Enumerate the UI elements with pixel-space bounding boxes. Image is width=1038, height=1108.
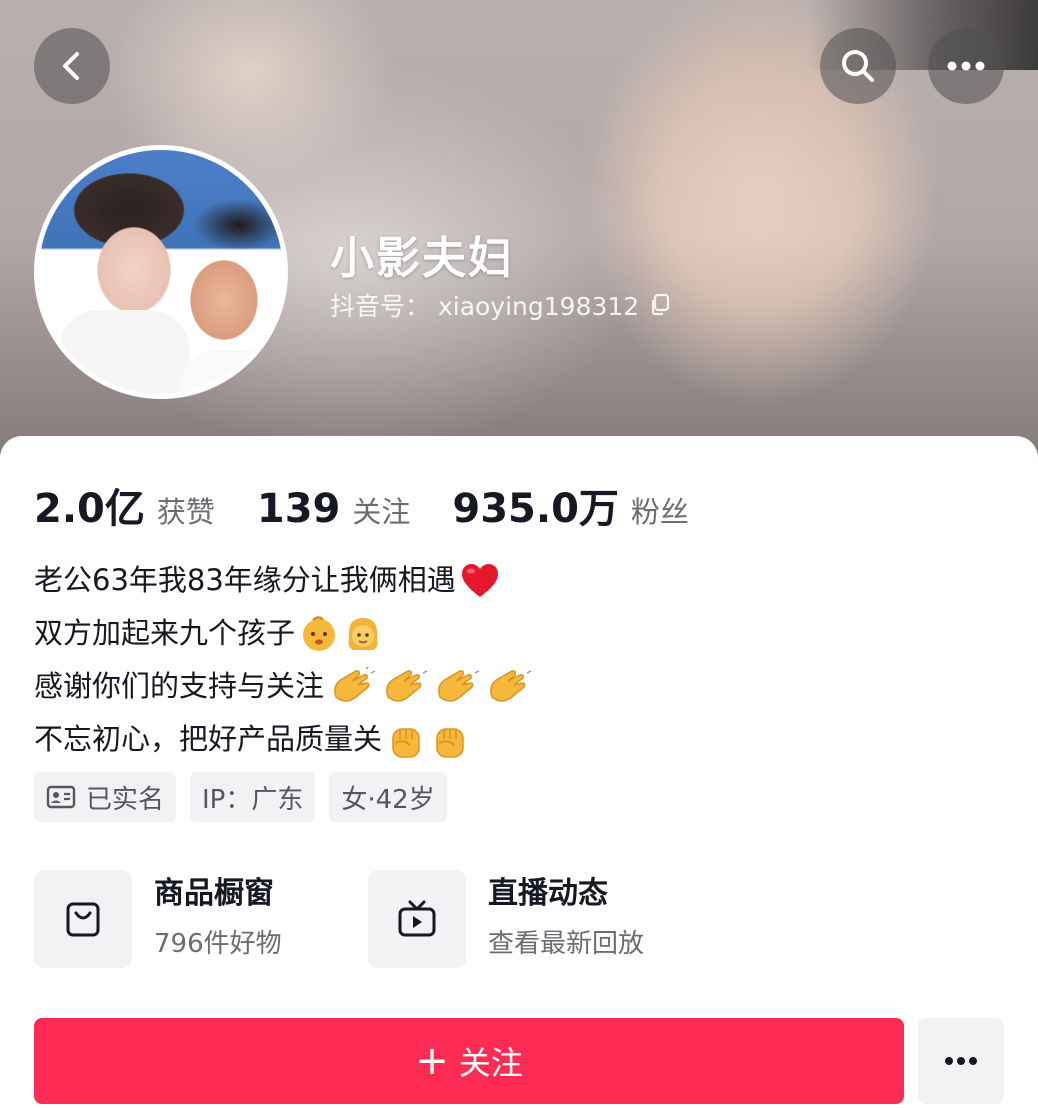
verified-tag[interactable]: 已实名	[34, 772, 177, 822]
profile-nickname: 小影夫妇	[330, 233, 514, 284]
stats-row: 2.0亿 获赞 139 关注 935.0万 粉丝	[34, 476, 731, 534]
bio-line-2: 双方加起来九个孩子	[34, 616, 296, 650]
douyin-id-text: 抖音号： xiaoying198312	[330, 292, 640, 321]
bio-line: 老公63年我83年缘分让我俩相遇	[34, 554, 532, 607]
follow-button-label: 关注	[458, 1044, 523, 1082]
bio-line-4: 不忘初心，把好产品质量关	[34, 722, 383, 756]
search-icon	[842, 50, 874, 82]
stat-following-value: 139	[256, 486, 341, 532]
bio-line: 感谢你们的支持与关注	[34, 660, 532, 713]
ip-tag-label: IP：广东	[202, 784, 304, 815]
stat-followers[interactable]: 935.0万 粉丝	[452, 476, 689, 534]
red-heart-emoji-icon	[460, 562, 500, 600]
more-dots-icon	[945, 1057, 977, 1065]
plus-icon: +	[415, 1038, 449, 1084]
stat-likes-value: 2.0亿	[34, 486, 145, 532]
live-updates-entry[interactable]: 直播动态 查看最新回放	[368, 870, 644, 968]
stat-following[interactable]: 139 关注	[257, 486, 411, 532]
id-card-icon	[46, 785, 76, 809]
stat-followers-label: 粉丝	[630, 495, 689, 529]
stat-likes[interactable]: 2.0亿 获赞	[34, 476, 215, 534]
clapping-hands-emoji-icon	[484, 667, 532, 707]
clapping-hands-emoji-icon	[432, 667, 480, 707]
profile-tags: 已实名 IP：广东 女·42岁	[34, 772, 447, 822]
stat-followers-value: 935.0万	[452, 486, 619, 532]
follow-button[interactable]: + 关注	[34, 1018, 904, 1104]
shop-subtitle: 796件好物	[154, 929, 282, 959]
live-text: 直播动态 查看最新回放	[488, 874, 644, 964]
bio-line-1: 老公63年我83年缘分让我俩相遇	[34, 563, 456, 597]
more-dots-icon	[947, 61, 985, 71]
bio-line: 双方加起来九个孩子	[34, 607, 532, 660]
bio-line: 不忘初心，把好产品质量关	[34, 713, 532, 766]
shop-text: 商品橱窗 796件好物	[154, 874, 282, 964]
shop-icon-box	[34, 870, 132, 968]
more-options-button[interactable]	[928, 28, 1004, 104]
chevron-left-icon	[63, 52, 79, 80]
gender-age-label: 女·42岁	[341, 784, 435, 815]
clapping-hands-emoji-icon	[328, 666, 376, 707]
back-button[interactable]	[34, 28, 110, 104]
live-title: 直播动态	[488, 876, 608, 911]
product-showcase-entry[interactable]: 商品橱窗 796件好物	[34, 870, 282, 968]
shopping-bag-icon	[66, 902, 100, 937]
avatar-figure-right	[179, 350, 283, 394]
douyin-id-row[interactable]: 抖音号： xiaoying198312	[330, 287, 671, 323]
stat-likes-label: 获赞	[156, 495, 215, 529]
girl-emoji-icon	[343, 614, 383, 654]
more-actions-button[interactable]	[918, 1018, 1004, 1104]
copy-icon[interactable]	[649, 293, 671, 317]
tv-play-icon	[398, 900, 436, 937]
verified-tag-label: 已实名	[86, 784, 165, 815]
clapping-hands-emoji-icon	[380, 667, 428, 707]
profile-card: 2.0亿 获赞 139 关注 935.0万 粉丝 老公63年我83年缘分让我俩相…	[0, 436, 1038, 1108]
baby-emoji-icon	[299, 614, 339, 654]
shop-title: 商品橱窗	[154, 876, 274, 911]
avatar[interactable]	[34, 145, 288, 399]
tv-icon-box	[368, 870, 466, 968]
bio: 老公63年我83年缘分让我俩相遇 双方加起来九个孩子 感谢你们的支持与关注 不忘…	[34, 554, 532, 766]
live-subtitle: 查看最新回放	[488, 929, 645, 959]
ip-tag: IP：广东	[190, 772, 316, 822]
raised-fist-emoji-icon	[430, 719, 470, 761]
stat-following-label: 关注	[352, 495, 411, 529]
bio-line-3: 感谢你们的支持与关注	[34, 669, 325, 703]
search-button[interactable]	[820, 28, 896, 104]
avatar-figure-left	[59, 310, 189, 394]
gender-age-tag: 女·42岁	[329, 772, 447, 822]
raised-fist-emoji-icon	[386, 719, 426, 761]
